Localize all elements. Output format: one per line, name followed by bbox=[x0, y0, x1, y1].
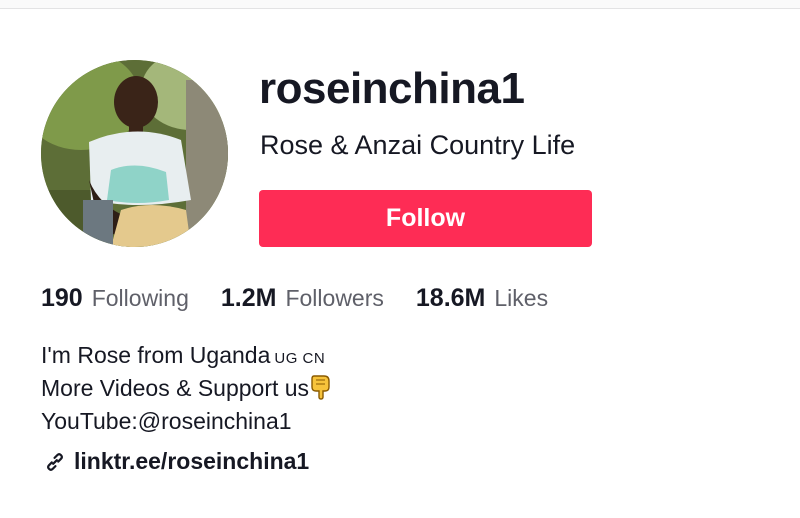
profile-photo bbox=[41, 60, 228, 247]
profile-stats: 190 Following 1.2M Followers 18.6M Likes bbox=[41, 284, 580, 320]
bio-line-2: More Videos & Support us bbox=[41, 372, 332, 405]
bio-line-1-text: I'm Rose from Uganda bbox=[41, 342, 271, 368]
followers-count: 1.2M bbox=[220, 284, 277, 312]
profile-link[interactable]: linktr.ee/roseinchina1 bbox=[44, 448, 309, 475]
profile-username: roseinchina1 bbox=[259, 64, 525, 113]
stat-following[interactable]: 190 Following bbox=[41, 284, 189, 313]
flag-badges: UG CN bbox=[274, 350, 326, 367]
follow-button[interactable]: Follow bbox=[259, 190, 592, 247]
following-count: 190 bbox=[41, 284, 83, 312]
link-icon bbox=[44, 451, 66, 473]
bio-line-3: YouTube:@roseinchina1 bbox=[41, 408, 292, 434]
pointing-down-emoji-icon bbox=[310, 374, 332, 409]
profile-nickname: Rose & Anzai Country Life bbox=[260, 130, 576, 160]
followers-label: Followers bbox=[285, 285, 384, 311]
top-divider bbox=[0, 0, 800, 9]
stat-likes: 18.6M Likes bbox=[416, 284, 548, 313]
bio-line-2-text: More Videos & Support us bbox=[41, 375, 310, 401]
profile-link-text: linktr.ee/roseinchina1 bbox=[74, 448, 310, 474]
profile-bio: I'm Rose from Uganda UG CN More Videos & … bbox=[41, 339, 332, 438]
likes-count: 18.6M bbox=[415, 284, 486, 312]
following-label: Following bbox=[91, 285, 189, 311]
bio-line-1: I'm Rose from Uganda UG CN bbox=[41, 339, 332, 372]
likes-label: Likes bbox=[494, 285, 549, 311]
stat-followers[interactable]: 1.2M Followers bbox=[221, 284, 384, 313]
avatar[interactable] bbox=[41, 60, 228, 247]
